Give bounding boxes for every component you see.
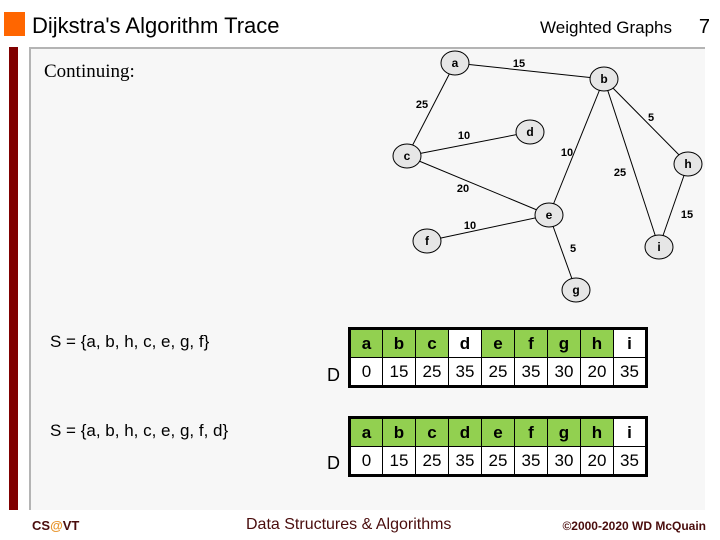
footer-logo: CS@VT [32, 518, 79, 533]
vertex-cell-i: i [613, 328, 647, 358]
vertex-cell-f: f [514, 328, 548, 358]
vertex-cell-c: c [415, 417, 449, 447]
footer-course: Data Structures & Algorithms [246, 516, 452, 533]
distance-cell-d: 35 [448, 357, 482, 387]
vertex-header-row: abcdefghi [349, 417, 647, 447]
vertex-cell-d: d [448, 417, 482, 447]
title-accent-square [4, 12, 25, 36]
distance-cell-e: 25 [481, 357, 515, 387]
distance-cell-e: 25 [481, 446, 515, 476]
vertex-cell-g: g [547, 417, 581, 447]
vertex-cell-i: i [613, 417, 647, 447]
vertex-cell-e: e [481, 328, 515, 358]
distance-cell-h: 20 [580, 446, 614, 476]
distance-cell-b: 15 [382, 446, 416, 476]
vertex-cell-d: d [448, 328, 482, 358]
set-label-1: S = {a, b, h, c, e, g, f} [50, 332, 210, 351]
page-number: 7 [698, 16, 710, 38]
vertex-cell-g: g [547, 328, 581, 358]
footer-logo-cs: CS [32, 518, 51, 533]
distance-table-2: a b c d e f g h i 0 15 25 35 25 35 30 20 35 [348, 416, 648, 477]
vertex-cell-h: h [580, 328, 614, 358]
left-accent-bar [9, 47, 18, 510]
vertex-cell-c: c [415, 328, 449, 358]
section-title: Weighted Graphs [540, 18, 672, 37]
distance-cell-d: 35 [448, 446, 482, 476]
vertex-cell-a: a [349, 328, 383, 358]
vertex-cell-f: f [514, 417, 548, 447]
distance-cell-a: 0 [349, 446, 383, 476]
distance-cell-g: 30 [547, 446, 581, 476]
vertex-cell-b: b [382, 328, 416, 358]
distance-table-1: a b c d e f g h i 0 15 25 35 25 35 30 20 35 [348, 327, 648, 388]
distance-row: 0 15 25 35 25 35 30 20 35 [349, 357, 647, 387]
d-row-label-2: D [327, 453, 340, 473]
vertex-cell-b: b [382, 417, 416, 447]
vertex-header-row: abcdefghi [349, 328, 647, 358]
distance-cell-i: 35 [613, 446, 647, 476]
vertex-cell-h: h [580, 417, 614, 447]
distance-cell-b: 15 [382, 357, 416, 387]
footer-logo-at: @ [50, 518, 63, 533]
intro-text: Continuing: [44, 61, 135, 82]
footer-logo-vt: VT [62, 518, 80, 533]
distance-cell-a: 0 [349, 357, 383, 387]
footer-copyright: ©2000-2020 WD McQuain [562, 519, 706, 533]
slide-title: Dijkstra's Algorithm Trace [32, 13, 280, 38]
d-row-label-1: D [327, 365, 340, 385]
vertex-cell-a: a [349, 417, 383, 447]
distance-row: 0 15 25 35 25 35 30 20 35 [349, 446, 647, 476]
distance-cell-c: 25 [415, 446, 449, 476]
vertex-cell-e: e [481, 417, 515, 447]
distance-cell-i: 35 [613, 357, 647, 387]
distance-cell-h: 20 [580, 357, 614, 387]
distance-cell-f: 35 [514, 446, 548, 476]
distance-cell-f: 35 [514, 357, 548, 387]
distance-cell-g: 30 [547, 357, 581, 387]
set-label-2: S = {a, b, h, c, e, g, f, d} [50, 421, 229, 440]
distance-cell-c: 25 [415, 357, 449, 387]
